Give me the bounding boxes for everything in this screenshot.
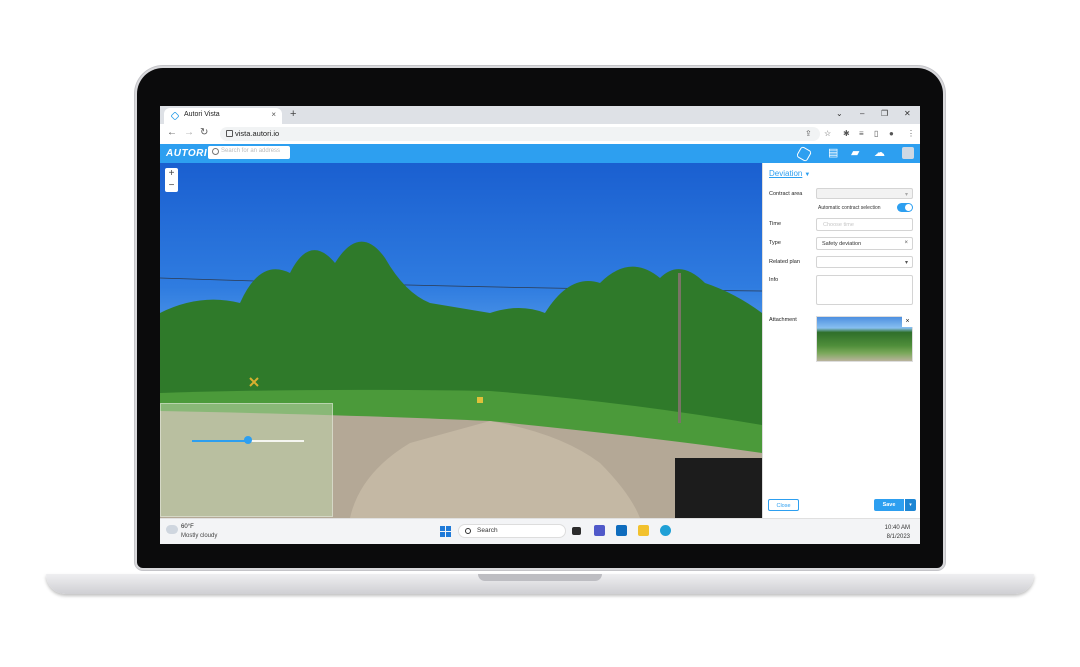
search-icon (212, 148, 219, 155)
info-textarea[interactable] (816, 275, 913, 305)
screen: Autori Vista × + ⌄ – ❐ ✕ ← → ↻ vista.aut… (160, 106, 920, 544)
address-search-input[interactable]: Search for an address (208, 146, 290, 159)
lock-icon (226, 130, 233, 137)
briefcase-icon[interactable]: ▰ (851, 147, 859, 160)
attachment-thumbnail[interactable] (816, 316, 913, 362)
autori-hex-icon[interactable] (795, 145, 813, 163)
browser-tab[interactable]: Autori Vista × (164, 108, 282, 124)
type-select[interactable]: Safety deviation × (816, 237, 913, 250)
time-placeholder: Choose time (823, 222, 854, 228)
share-icon[interactable]: ⇪ (805, 129, 812, 138)
type-label: Type (769, 240, 781, 246)
search-placeholder: Search for an address (221, 148, 281, 154)
tab-close-icon[interactable]: × (271, 110, 276, 119)
search-icon (465, 528, 471, 534)
browser-toolbar: ← → ↻ vista.autori.io ⇪ ☆ ✱ ≡ ▯ ● ⋮ (160, 124, 920, 145)
clock-time: 10:40 AM (884, 525, 910, 531)
timeline-slider-knob[interactable] (244, 436, 252, 444)
type-value: Safety deviation (822, 241, 862, 247)
chevron-down-icon: ▾ (904, 192, 908, 198)
timeline-slider-fill (192, 440, 248, 442)
clock-date: 8/1/2023 (886, 534, 910, 540)
user-avatar-icon[interactable] (902, 147, 914, 159)
minimap[interactable] (160, 403, 333, 517)
clear-type-icon[interactable]: × (904, 240, 908, 246)
save-options-button[interactable]: ▾ (905, 499, 916, 511)
teams-icon[interactable] (594, 525, 605, 536)
browser-tab-bar: Autori Vista × + ⌄ – ❐ ✕ (160, 106, 920, 124)
deviation-dropdown[interactable]: Deviation ▼ (769, 169, 810, 178)
system-clock[interactable]: 10:40 AM 8/1/2023 (885, 524, 910, 542)
back-button[interactable]: ← (167, 127, 177, 138)
outlook-icon[interactable] (616, 525, 627, 536)
auto-contract-toggle[interactable] (897, 203, 913, 212)
cloud-upload-icon[interactable]: ☁ (874, 147, 885, 160)
new-tab-button[interactable]: + (290, 108, 296, 120)
zoom-control: + − (165, 168, 178, 192)
star-icon[interactable]: ☆ (824, 129, 831, 138)
weather-temp[interactable]: 60°F (181, 524, 194, 530)
contract-area-label: Contract area (769, 191, 803, 197)
windows-taskbar: 60°F Mostly cloudy Search 10:40 AM 8/1/2… (160, 518, 920, 544)
cloud-icon (166, 525, 178, 534)
time-input[interactable]: Choose time (816, 218, 913, 231)
weather-desc[interactable]: Mostly cloudy (181, 533, 217, 539)
info-label: Info (769, 277, 779, 283)
windows-start-icon[interactable] (440, 526, 451, 537)
autori-logo[interactable]: AUTORI (166, 148, 207, 159)
menu-icon[interactable]: ⋮ (907, 129, 915, 138)
zoom-in-button[interactable]: + (165, 168, 178, 180)
reload-button[interactable]: ↻ (200, 127, 208, 138)
profile-icon[interactable]: ● (889, 129, 894, 138)
address-bar[interactable]: vista.autori.io (220, 127, 820, 141)
forward-button[interactable]: → (184, 127, 194, 138)
close-window-button[interactable]: ✕ (904, 109, 911, 118)
zoom-out-button[interactable]: − (165, 180, 178, 192)
restore-button[interactable]: ❐ (881, 109, 888, 118)
laptop-notch (478, 574, 602, 581)
clipboard-icon[interactable]: ▤ (828, 147, 838, 160)
autori-favicon-icon (170, 111, 180, 121)
folder-icon[interactable] (638, 525, 649, 536)
tab-title: Autori Vista (184, 111, 220, 118)
taskbar-search-label: Search (477, 527, 498, 534)
save-button[interactable]: Save (874, 499, 904, 511)
app-header: AUTORI Search for an address ▤ ▰ ☁ (160, 144, 920, 163)
chevron-down-icon: ▾ (904, 260, 908, 266)
url-text: vista.autori.io (235, 129, 280, 138)
minimize-button[interactable]: – (860, 109, 864, 118)
tab-search-icon[interactable]: ⌄ (836, 109, 843, 118)
related-plan-select[interactable]: ▾ (816, 256, 913, 268)
sidebar-icon[interactable]: ▯ (874, 129, 878, 138)
caret-down-icon: ▼ (804, 172, 811, 178)
auto-contract-label: Automatic contract selection (818, 205, 881, 211)
time-label: Time (769, 221, 782, 227)
related-plan-label: Related plan (769, 259, 800, 265)
attachment-label: Attachment (769, 317, 797, 323)
deviation-form-panel: Deviation ▼ Contract area ▾ Automatic con… (762, 163, 920, 518)
close-button[interactable]: Close (768, 499, 799, 511)
street-view-panorama[interactable]: + − (160, 163, 762, 518)
extensions-icon[interactable]: ✱ (843, 129, 850, 138)
remove-attachment-icon[interactable]: × (902, 316, 913, 327)
deviation-title: Deviation (769, 169, 803, 178)
contract-area-select[interactable]: ▾ (816, 188, 913, 199)
taskbar-search[interactable]: Search (458, 524, 566, 538)
file-explorer-icon[interactable] (572, 527, 581, 535)
media-icon[interactable]: ≡ (859, 129, 864, 138)
edge-icon[interactable] (660, 525, 671, 536)
